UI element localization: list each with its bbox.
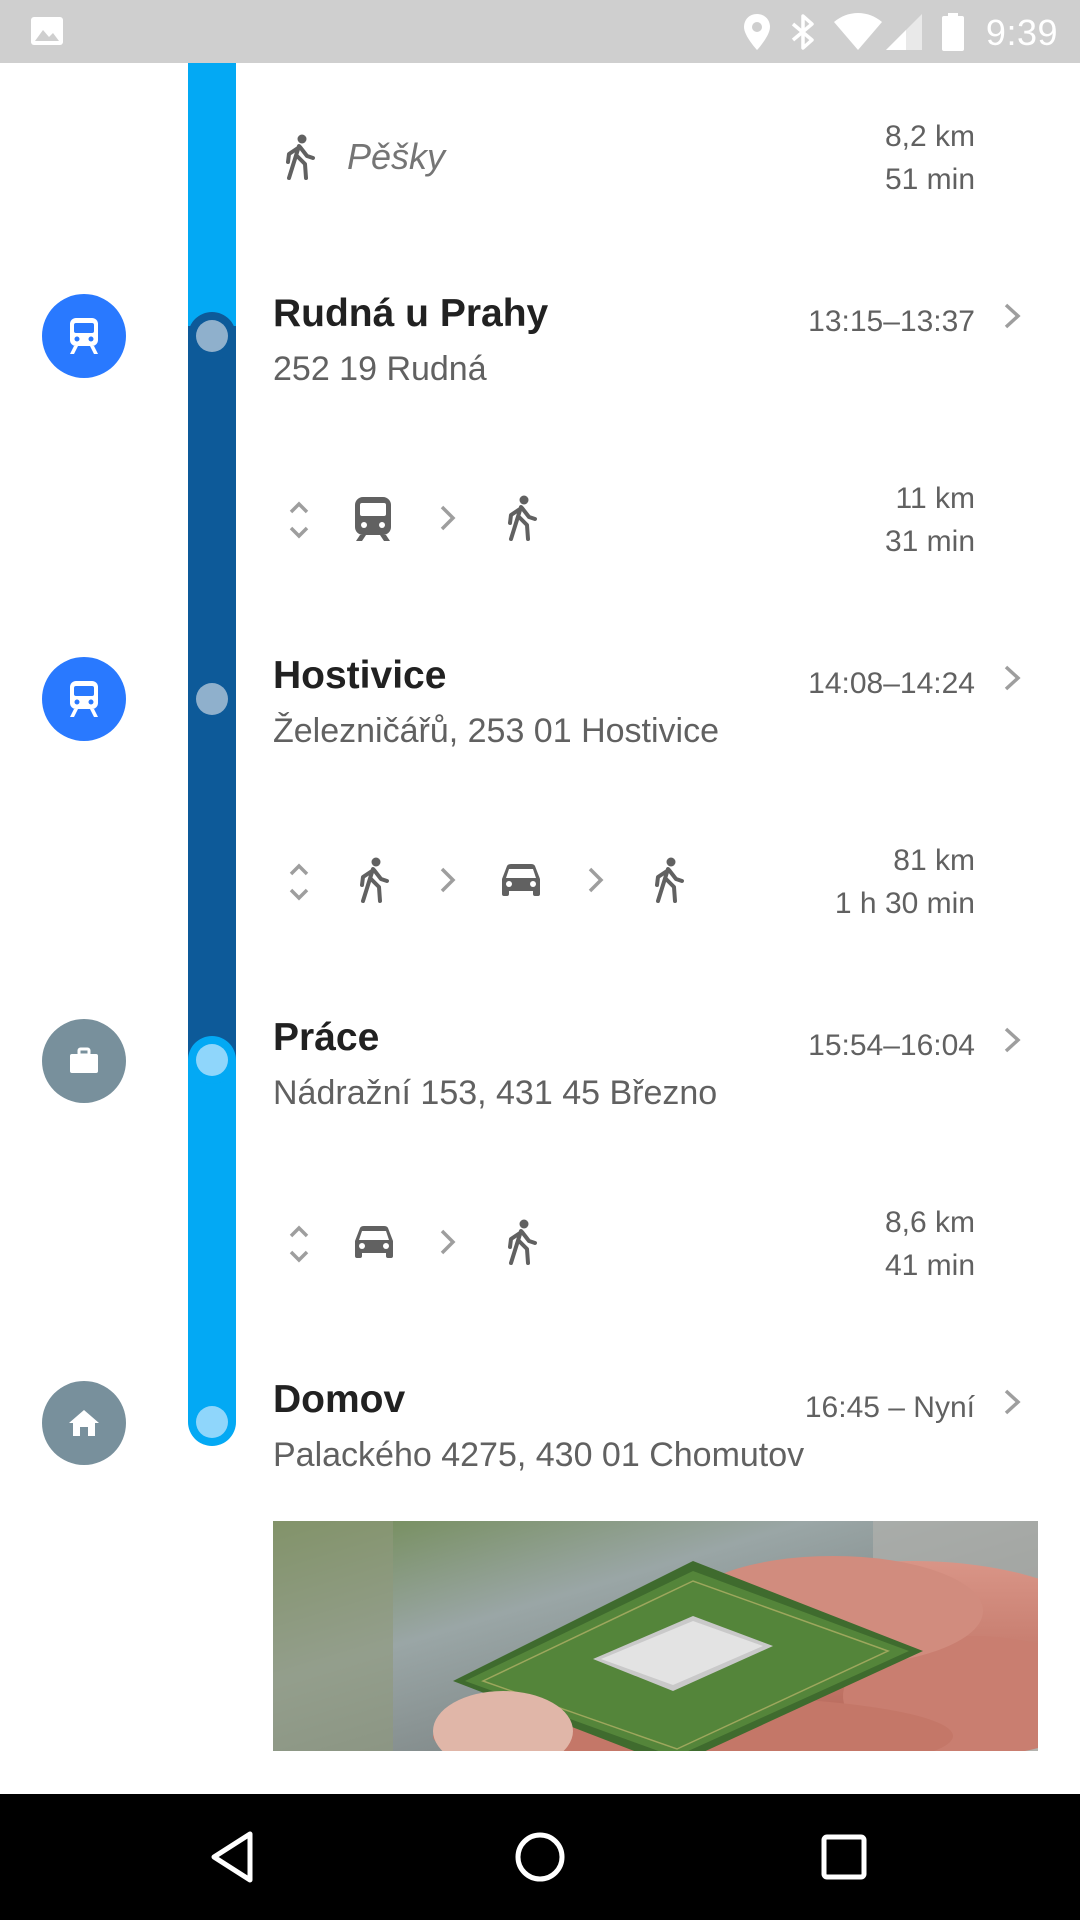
home-icon (69, 1410, 99, 1436)
walk-icon (508, 1219, 537, 1265)
expand-icon[interactable] (285, 860, 313, 904)
navigation-bar (0, 1794, 1080, 1920)
expand-icon[interactable] (285, 498, 313, 542)
segment-mode-label: Pěšky (347, 136, 446, 177)
briefcase-icon (70, 1047, 98, 1073)
place-name[interactable]: Rudná u Prahy (273, 292, 548, 336)
home-circle-place-icon[interactable] (42, 1381, 126, 1465)
segment-duration: 51 min (884, 163, 975, 196)
segment-distance: 8,6 km (884, 1206, 975, 1239)
car-icon (355, 1226, 393, 1258)
chevron-right-icon[interactable] (1000, 1385, 1024, 1419)
status-time: 9:39 (985, 12, 1058, 53)
segment-duration: 41 min (884, 1249, 975, 1282)
chevron-right-icon[interactable] (1000, 661, 1024, 695)
place-name[interactable]: Práce (273, 1016, 379, 1060)
place-time: 16:45 – Nyní (804, 1391, 975, 1424)
cpu-photo (273, 1521, 1038, 1751)
walk-icon (655, 857, 684, 903)
home-circle-icon[interactable] (505, 1822, 575, 1892)
timeline-node (196, 683, 228, 715)
bluetooth-icon (791, 14, 814, 50)
segment-distance: 8,2 km (884, 120, 975, 153)
image-icon (31, 17, 63, 45)
chevron-icon (440, 1229, 456, 1255)
segment-distance: 81 km (893, 844, 975, 877)
chevron-right-icon[interactable] (1000, 299, 1024, 333)
wifi-icon (834, 13, 882, 50)
place-address: Palackého 4275, 430 01 Chomutov (273, 1436, 805, 1474)
chevron-icon (440, 505, 456, 531)
car-icon (502, 864, 540, 896)
signal-icon (886, 14, 922, 50)
place-time: 14:08–14:24 (808, 667, 975, 700)
recents-icon[interactable] (809, 1822, 879, 1892)
walk-icon (508, 495, 537, 541)
train-icon (70, 681, 98, 717)
walk-icon (360, 857, 389, 903)
place-time: 15:54–16:04 (808, 1029, 975, 1062)
train-circle-icon[interactable] (42, 657, 126, 741)
place-address: Železničářů, 253 01 Hostivice (273, 712, 720, 750)
location-icon (744, 14, 770, 50)
timeline-segment-car (188, 1060, 236, 1422)
segment-distance: 11 km (895, 482, 975, 515)
place-photo[interactable] (273, 1521, 1038, 1751)
place-name[interactable]: Domov (273, 1378, 405, 1422)
place-address: 252 19 Rudná (273, 350, 487, 388)
place-address: Nádražní 153, 431 45 Březno (273, 1074, 718, 1112)
status-bar: 9:39 (0, 0, 1080, 63)
back-icon[interactable] (200, 1822, 270, 1892)
place-time: 13:15–13:37 (808, 305, 975, 338)
chevron-icon (588, 867, 604, 893)
battery-icon (942, 13, 964, 51)
chevron-icon (440, 867, 456, 893)
train-circle-icon[interactable] (42, 294, 126, 378)
segment-duration: 31 min (884, 525, 975, 558)
timeline-segment-walk (188, 63, 236, 326)
timeline-node (196, 1406, 228, 1438)
expand-icon[interactable] (285, 1222, 313, 1266)
walk-icon (286, 134, 315, 180)
place-name[interactable]: Hostivice (273, 654, 446, 698)
train-icon (355, 497, 391, 541)
segment-duration: 1 h 30 min (834, 887, 975, 920)
timeline-node (196, 1044, 228, 1076)
timeline-node (196, 320, 228, 352)
briefcase-circle-icon[interactable] (42, 1019, 126, 1103)
train-icon (70, 318, 98, 354)
chevron-right-icon[interactable] (1000, 1023, 1024, 1057)
